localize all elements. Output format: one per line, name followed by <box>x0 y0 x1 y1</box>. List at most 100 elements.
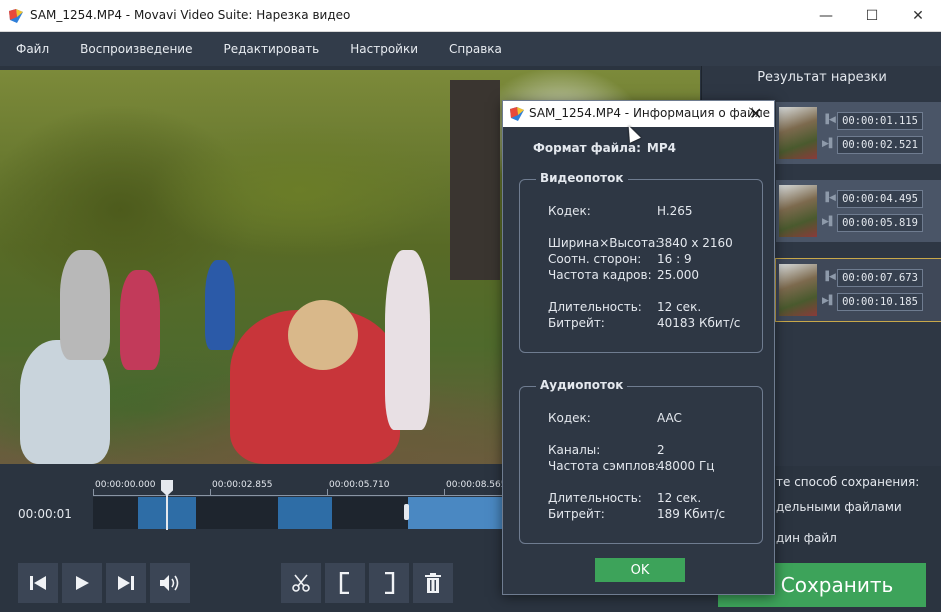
audio-bitrate-value: 189 Кбит/с <box>657 507 726 521</box>
video-codec-label: Кодек: <box>548 204 591 218</box>
audio-channels-label: Каналы: <box>548 443 601 457</box>
end-marker-icon: ▶▌ <box>822 296 836 306</box>
menu-playback[interactable]: Воспроизведение <box>80 42 192 56</box>
video-stream-group: Видеопоток Кодек: H.265 Ширина×Высота:384… <box>519 171 763 353</box>
clip-item[interactable]: ▐◀ 00:00:01.115 ▶▌ 00:00:02.521 <box>776 102 941 164</box>
dialog-title-bar[interactable]: SAM_1254.MP4 - Информация о файле ✕ <box>503 101 774 127</box>
dialog-title: SAM_1254.MP4 - Информация о файле <box>529 106 771 120</box>
minimize-button[interactable]: — <box>803 0 849 32</box>
end-marker-icon: ▶▌ <box>822 139 836 149</box>
audio-samplerate-row: Частота сэмплов:48000 Гц <box>548 459 714 473</box>
play-button[interactable] <box>62 563 102 603</box>
results-title: Результат нарезки <box>757 70 887 85</box>
clip-end-time[interactable]: 00:00:10.185 <box>837 293 923 311</box>
skip-forward-button[interactable] <box>106 563 146 603</box>
skip-back-button[interactable] <box>18 563 58 603</box>
video-codec-value: H.265 <box>657 204 693 218</box>
clip-end-time[interactable]: 00:00:05.819 <box>837 214 923 232</box>
audio-codec-value: AAC <box>657 411 682 425</box>
audio-codec-label: Кодек: <box>548 411 591 425</box>
start-marker-icon: ▐◀ <box>822 272 836 282</box>
menu-file[interactable]: Файл <box>16 42 49 56</box>
head-figure <box>288 300 358 370</box>
mark-end-button[interactable] <box>369 563 409 603</box>
skip-forward-icon <box>118 576 134 590</box>
audio-bitrate-label: Битрейт: <box>548 507 605 521</box>
close-button[interactable]: ✕ <box>895 0 941 32</box>
video-aspect-row: Соотн. сторон: 16 : 9 <box>548 252 692 266</box>
video-bitrate-row: Битрейт: 40183 Кбит/с <box>548 316 740 330</box>
audio-samplerate-value: 48000 Гц <box>657 459 715 473</box>
clip-start-time[interactable]: 00:00:01.115 <box>837 112 923 130</box>
movavi-logo-icon <box>9 9 23 23</box>
volume-icon <box>160 575 179 591</box>
menu-help[interactable]: Справка <box>449 42 502 56</box>
file-info-dialog: SAM_1254.MP4 - Информация о файле ✕ Форм… <box>502 100 775 595</box>
bracket-left-icon <box>339 572 349 594</box>
clip-thumbnail <box>779 107 817 159</box>
clip-thumbnail <box>779 264 817 316</box>
clip-item-selected[interactable]: ▐◀ 00:00:07.673 ▶▌ 00:00:10.185 <box>775 258 941 322</box>
clip-start-time[interactable]: 00:00:04.495 <box>837 190 923 208</box>
movavi-logo-icon <box>510 107 524 121</box>
window-title: SAM_1254.MP4 - Movavi Video Suite: Нарез… <box>30 8 351 22</box>
current-time: 00:00:01 <box>18 507 72 521</box>
video-fps-row: Частота кадров: 25.000 <box>548 268 699 282</box>
clip-end-time[interactable]: 00:00:02.521 <box>837 136 923 154</box>
video-bitrate-label: Битрейт: <box>548 316 605 330</box>
start-marker-icon: ▐◀ <box>822 193 836 203</box>
video-stream-legend: Видеопоток <box>536 171 628 185</box>
ruler-tick <box>444 489 445 495</box>
cut-button[interactable] <box>281 563 321 603</box>
ruler-label: 00:00:08.565 <box>446 480 507 490</box>
file-format-label: Формат файла: <box>533 141 641 155</box>
video-duration-label: Длительность: <box>548 300 642 314</box>
volume-button[interactable] <box>150 563 190 603</box>
file-format-value: MP4 <box>646 141 676 155</box>
save-separate-files-option[interactable]: дельными файлами <box>776 500 902 514</box>
girl-figure <box>385 250 430 430</box>
audio-stream-group: Аудиопоток Кодек: AAC Каналы: 2 Частота сэ… <box>519 378 763 544</box>
video-size-label: Ширина×Высота: <box>548 236 660 250</box>
delete-button[interactable] <box>413 563 453 603</box>
menu-settings[interactable]: Настройки <box>350 42 418 56</box>
clip-segment-selected[interactable] <box>408 497 505 529</box>
video-size-row: Ширина×Высота:3840 x 2160 <box>548 236 733 250</box>
menu-bar: Файл Воспроизведение Редактировать Настр… <box>0 32 941 66</box>
play-icon <box>76 576 89 590</box>
wooden-house-figure <box>450 80 500 280</box>
video-bitrate-value: 40183 Кбит/с <box>657 316 741 330</box>
segment-drag-handle[interactable] <box>404 504 409 520</box>
audio-duration-label: Длительность: <box>548 491 642 505</box>
clip-item[interactable]: ▐◀ 00:00:04.495 ▶▌ 00:00:05.819 <box>776 180 941 242</box>
clip-segment[interactable] <box>278 497 332 529</box>
audio-channels-row: Каналы: 2 <box>548 443 665 457</box>
maximize-button[interactable]: ☐ <box>849 0 895 32</box>
scissors-icon <box>292 574 310 592</box>
video-fps-value: 25.000 <box>657 268 699 282</box>
save-single-file-option[interactable]: дин файл <box>776 531 837 545</box>
video-codec-row: Кодек: H.265 <box>548 204 693 218</box>
ruler-tick <box>327 489 328 495</box>
child-figure <box>205 260 235 350</box>
adult-figure <box>60 250 110 360</box>
end-marker-icon: ▶▌ <box>822 217 836 227</box>
audio-stream-legend: Аудиопоток <box>536 378 628 392</box>
trash-icon <box>425 573 441 593</box>
video-aspect-value: 16 : 9 <box>657 252 692 266</box>
audio-duration-row: Длительность: 12 сек. <box>548 491 701 505</box>
dialog-close-button[interactable]: ✕ <box>749 104 762 123</box>
ruler-tick <box>210 489 211 495</box>
menu-edit[interactable]: Редактировать <box>223 42 319 56</box>
audio-bitrate-row: Битрейт: 189 Кбит/с <box>548 507 725 521</box>
mark-start-button[interactable] <box>325 563 365 603</box>
video-fps-label: Частота кадров: <box>548 268 652 282</box>
audio-samplerate-label: Частота сэмплов: <box>548 459 659 473</box>
video-duration-value: 12 сек. <box>657 300 702 314</box>
child-figure <box>120 270 160 370</box>
clip-start-time[interactable]: 00:00:07.673 <box>837 269 923 287</box>
title-bar: SAM_1254.MP4 - Movavi Video Suite: Нарез… <box>0 0 941 32</box>
ruler-label: 00:00:05.710 <box>329 480 390 490</box>
ok-button[interactable]: OK <box>595 558 685 582</box>
file-format: Формат файла: MP4 <box>533 141 676 155</box>
